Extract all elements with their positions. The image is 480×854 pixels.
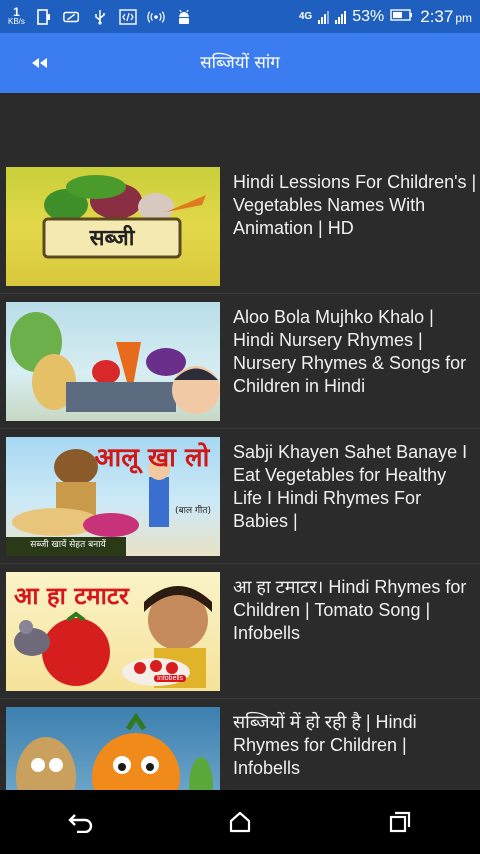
clock-ampm: pm	[455, 10, 472, 25]
network-type: 4G	[298, 11, 313, 22]
net-speed-unit: KB/s	[8, 16, 25, 26]
thumbnail-caption: सब्जी खायें सेहत बनायें	[30, 540, 106, 550]
signal-1-icon	[318, 10, 330, 24]
hotspot-icon	[147, 9, 165, 25]
video-title[interactable]: आ हा टमाटर। Hindi Rhymes for Children | …	[233, 576, 477, 645]
battery-icon	[390, 8, 414, 25]
clock-time: 2:37	[420, 6, 454, 26]
video-thumbnail: सब्जी	[6, 167, 220, 286]
thumbnail-text: आलू खा लो	[94, 443, 210, 473]
back-button[interactable]	[0, 33, 80, 93]
sim-icon	[35, 8, 53, 25]
video-list-item[interactable]: आलू खा लो (बाल गीत) सब्जी खायें सेहत बना…	[0, 429, 480, 564]
battery-percent: 53%	[352, 7, 385, 25]
thumbnail-subtext: (बाल गीत)	[175, 506, 211, 516]
video-thumbnail	[6, 302, 220, 421]
video-title[interactable]: Aloo Bola Mujhko Khalo | Hindi Nursery R…	[233, 306, 477, 398]
usb-icon	[91, 9, 109, 25]
video-title[interactable]: Hindi Lessions For Children's | Vegetabl…	[233, 171, 477, 240]
video-list-item[interactable]: सब्जी Hindi Lessions For Children's | Ve…	[0, 159, 480, 294]
video-title[interactable]: सब्जियों में हो रही है | Hindi Rhymes fo…	[233, 711, 477, 780]
android-icon	[175, 9, 193, 25]
code-icon	[119, 8, 137, 25]
thumbnail-brand: Infobells	[154, 675, 187, 682]
video-thumbnail: आलू खा लो (बाल गीत) सब्जी खायें सेहत बना…	[6, 437, 220, 556]
net-speed: 1 KB/s	[8, 4, 25, 26]
system-nav-bar	[0, 790, 480, 854]
thumbnail-text: आ हा टमाटर	[14, 582, 129, 610]
app-bar: सब्जियों सांग	[0, 33, 480, 93]
back-icon	[68, 814, 93, 833]
video-list: सब्जी Hindi Lessions For Children's | Ve…	[0, 159, 480, 833]
recents-icon	[389, 811, 411, 833]
nav-home-button[interactable]	[210, 797, 270, 847]
nav-back-button[interactable]	[50, 797, 110, 847]
video-title[interactable]: Sabji Khayen Sahet Banaye I Eat Vegetabl…	[233, 441, 477, 533]
video-list-item[interactable]: Aloo Bola Mujhko Khalo | Hindi Nursery R…	[0, 294, 480, 429]
video-list-item[interactable]: आ हा टमाटर Infobells आ हा टमाटर। Hindi R…	[0, 564, 480, 699]
nav-recents-button[interactable]	[370, 797, 430, 847]
net-speed-value: 1	[13, 4, 20, 19]
clock: 2:37 pm	[420, 7, 472, 27]
home-icon	[229, 811, 251, 833]
signal-2-icon	[335, 10, 347, 24]
status-bar: 1 KB/s 4G 53% 2:37 pm	[0, 0, 480, 33]
video-thumbnail: आ हा टमाटर Infobells	[6, 572, 220, 691]
battery-saver-icon	[63, 9, 81, 25]
thumbnail-text: सब्जी	[89, 226, 135, 251]
rewind-icon	[32, 58, 47, 68]
